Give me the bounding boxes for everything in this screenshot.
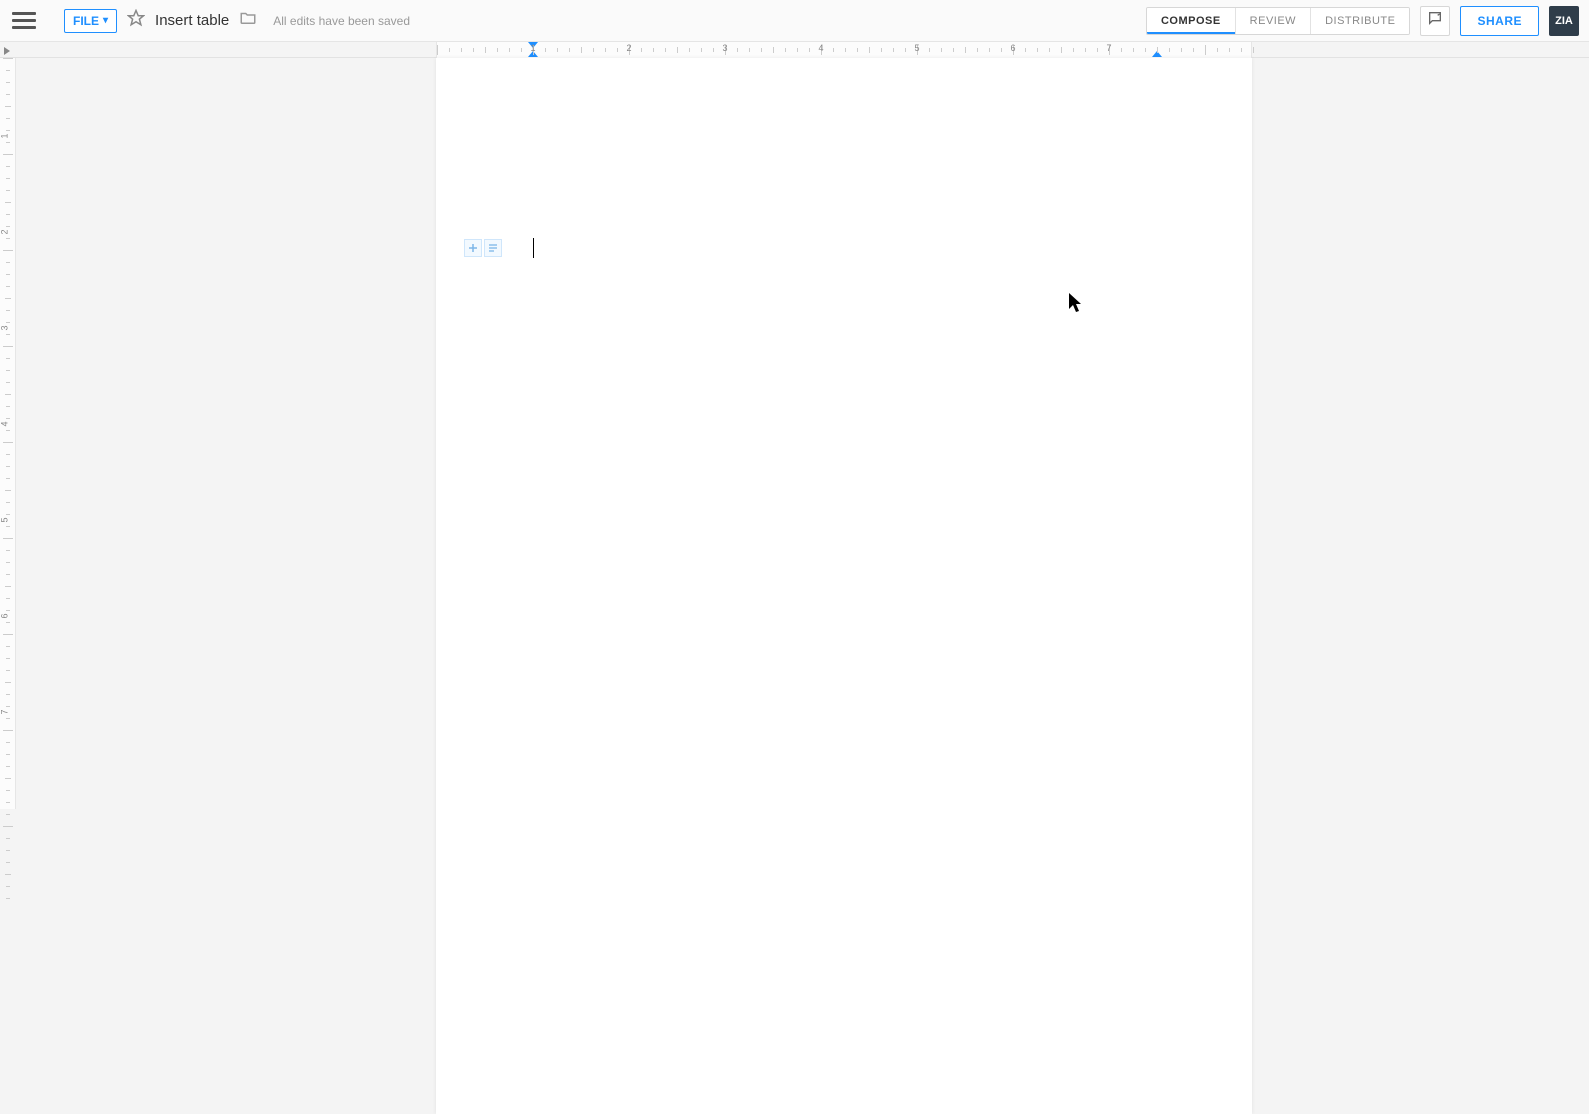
ruler-number: 7: [1106, 43, 1111, 53]
ruler-number: 2: [626, 43, 631, 53]
ruler-number: 4: [0, 422, 10, 427]
document-title[interactable]: Insert table: [155, 12, 229, 29]
ruler-number: 3: [722, 43, 727, 53]
text-caret: [533, 238, 534, 258]
ruler-number: 1: [530, 43, 535, 53]
menu-icon[interactable]: [12, 9, 36, 33]
mode-tabs: COMPOSE REVIEW DISTRIBUTE: [1146, 7, 1411, 35]
comments-button[interactable]: [1420, 6, 1450, 36]
document-page[interactable]: [436, 58, 1252, 1114]
tab-compose[interactable]: COMPOSE: [1147, 8, 1236, 34]
file-menu-button[interactable]: FILE ▾: [64, 9, 117, 33]
folder-icon[interactable]: [239, 9, 257, 32]
editor-workspace: 1 2 3 4 5 6 7: [0, 58, 1589, 809]
vertical-ruler[interactable]: 1 2 3 4 5 6 7: [0, 58, 16, 809]
ruler-number: 6: [0, 614, 10, 619]
tab-review[interactable]: REVIEW: [1236, 8, 1311, 34]
right-gutter: [1541, 58, 1589, 809]
ruler-number: 4: [818, 43, 823, 53]
insert-fields-button[interactable]: [484, 239, 502, 257]
ruler-collapse-icon[interactable]: [2, 43, 14, 55]
ruler-number: 5: [0, 518, 10, 523]
chevron-down-icon: ▾: [103, 15, 108, 26]
inline-insert-controls: [464, 239, 502, 257]
horizontal-ruler[interactable]: 1 2 3 4 5 6 7: [436, 42, 1252, 58]
star-icon[interactable]: [127, 9, 145, 32]
ruler-number: 1: [0, 134, 10, 139]
ruler-number: 2: [0, 230, 10, 235]
tab-distribute[interactable]: DISTRIBUTE: [1311, 8, 1409, 34]
share-button[interactable]: SHARE: [1460, 6, 1539, 36]
file-menu-label: FILE: [73, 14, 99, 28]
assistant-button[interactable]: ZIA: [1549, 6, 1579, 36]
plus-icon: [468, 243, 478, 253]
insert-plus-button[interactable]: [464, 239, 482, 257]
ruler-number: 7: [0, 710, 10, 715]
ruler-number: 6: [1010, 43, 1015, 53]
ruler-row: 1 2 3 4 5 6 7: [0, 42, 1589, 58]
ruler-number: 3: [0, 326, 10, 331]
save-status-text: All edits have been saved: [273, 14, 410, 28]
comment-icon: [1427, 10, 1443, 31]
ruler-number: 5: [914, 43, 919, 53]
toolbar-right-group: COMPOSE REVIEW DISTRIBUTE SHARE ZIA: [1146, 6, 1579, 36]
fields-icon: [488, 243, 498, 253]
assistant-badge-label: ZIA: [1555, 15, 1573, 27]
top-toolbar: FILE ▾ Insert table All edits have been …: [0, 0, 1589, 42]
